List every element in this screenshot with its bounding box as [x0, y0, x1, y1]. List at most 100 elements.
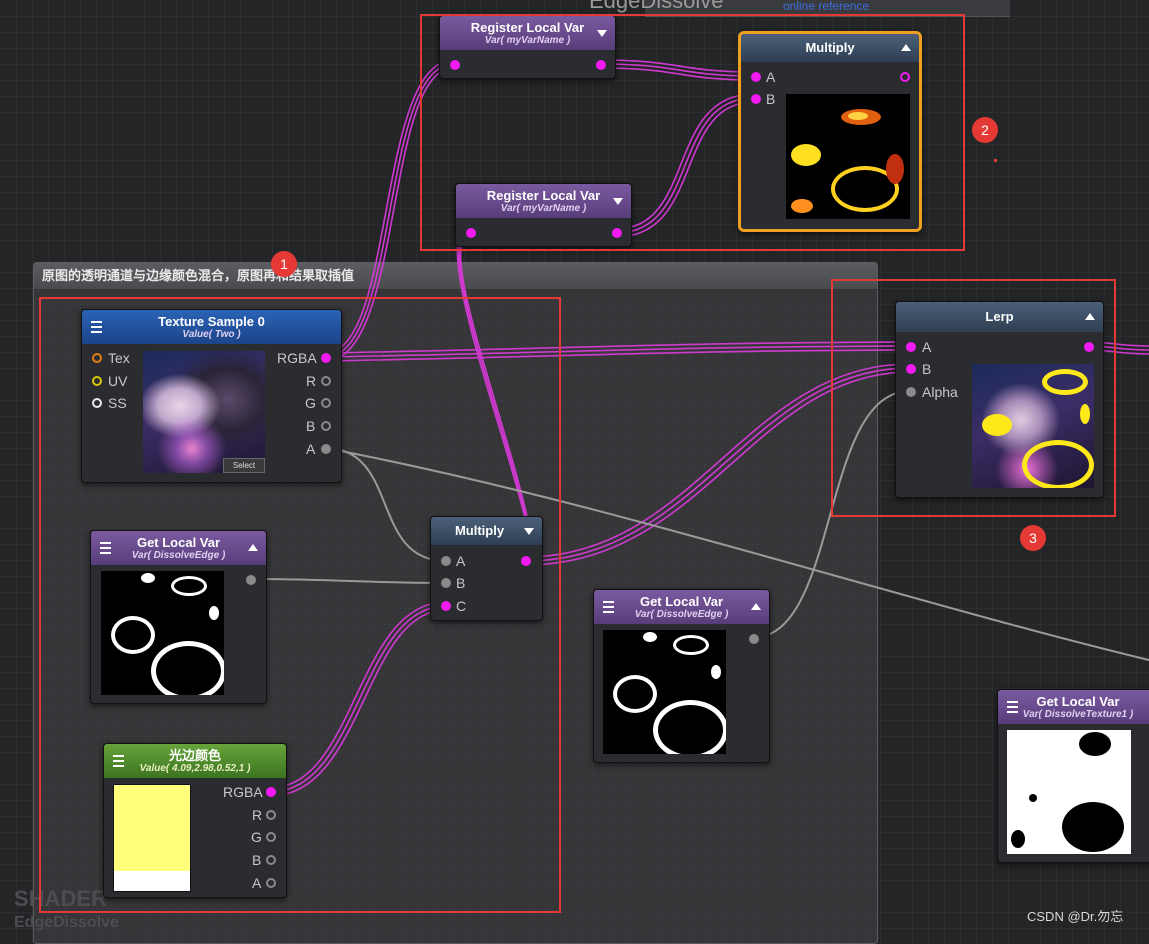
multiply-top-header[interactable]: Multiply [741, 34, 919, 62]
register-bottom-header[interactable]: Register Local Var Var( myVarName ) [456, 184, 631, 218]
color-swatch[interactable] [113, 784, 191, 892]
output-b-port[interactable] [266, 855, 276, 865]
collapse-icon[interactable] [597, 30, 607, 37]
dissolve-texture-preview [1007, 730, 1131, 854]
register-top-header[interactable]: Register Local Var Var( myVarName ) [440, 16, 615, 50]
output-a-port[interactable] [321, 444, 331, 454]
input-a-port[interactable] [441, 556, 451, 566]
shader-watermark: SHADER [14, 886, 107, 911]
menu-icon[interactable] [100, 542, 111, 554]
output-port[interactable] [521, 556, 531, 566]
node-subtitle: Value( 4.09,2.98,0.52,1 ) [139, 762, 251, 774]
menu-icon[interactable] [603, 601, 614, 613]
edge-color-node[interactable]: 光边颜色 Value( 4.09,2.98,0.52,1 ) RGBA R G … [103, 743, 287, 898]
multiply-node-top[interactable]: Multiply A B [738, 31, 922, 232]
input-port[interactable] [450, 60, 460, 70]
node-subtitle: Var( myVarName ) [500, 202, 587, 214]
editor-title-partial: EdgeDissolve [589, 0, 724, 13]
edge-color-header[interactable]: 光边颜色 Value( 4.09,2.98,0.52,1 ) [104, 744, 286, 778]
wire-register-bottom-to-multiply-b [615, 97, 755, 234]
expand-icon[interactable] [1085, 313, 1095, 320]
register-local-var-node-bottom[interactable]: Register Local Var Var( myVarName ) [455, 183, 632, 247]
input-a-port[interactable] [906, 342, 916, 352]
node-title: Get Local Var [1036, 693, 1120, 709]
input-ss-port[interactable] [92, 398, 102, 408]
input-b-port[interactable] [751, 94, 761, 104]
group-title[interactable]: 原图的透明通道与边缘颜色混合，原图再和结果取插值 [34, 263, 877, 290]
multiply-preview-image [786, 94, 910, 219]
color-swatch-fill [114, 785, 190, 871]
collapse-icon[interactable] [524, 528, 534, 535]
expand-icon[interactable] [248, 544, 258, 551]
menu-icon[interactable] [91, 321, 102, 333]
get-local-var-edge-left-node[interactable]: Get Local Var Var( DissolveEdge ) [90, 530, 267, 704]
input-uv-port[interactable] [92, 376, 102, 386]
texture-sample-header[interactable]: Texture Sample 0 Value( Two ) [82, 310, 341, 344]
output-port[interactable] [246, 575, 256, 585]
get-local-var-header[interactable]: Get Local Var Var( DissolveEdge ) [91, 531, 266, 565]
output-port[interactable] [1084, 342, 1094, 352]
input-c-port[interactable] [441, 601, 451, 611]
output-port[interactable] [749, 634, 759, 644]
online-reference-link[interactable]: online reference [783, 0, 869, 13]
input-port[interactable] [466, 228, 476, 238]
output-port[interactable] [596, 60, 606, 70]
output-r-label: R [306, 373, 317, 389]
input-a-port[interactable] [751, 72, 761, 82]
input-b-label: B [456, 575, 466, 591]
output-a-label: A [306, 441, 316, 457]
multiply-node-mid[interactable]: Multiply A B C [430, 516, 543, 621]
node-subtitle: Var( DissolveTexture1 ) [1022, 708, 1134, 720]
output-a-label: A [252, 875, 262, 891]
menu-icon[interactable] [1007, 701, 1018, 713]
input-alpha-port[interactable] [906, 387, 916, 397]
output-r-port[interactable] [321, 376, 331, 386]
output-g-port[interactable] [266, 832, 276, 842]
output-g-port[interactable] [321, 398, 331, 408]
input-uv-label: UV [108, 373, 128, 389]
output-b-port[interactable] [321, 421, 331, 431]
output-r-port[interactable] [266, 810, 276, 820]
texture-sample-node[interactable]: Texture Sample 0 Value( Two ) Tex UV SS … [81, 309, 342, 483]
input-b-port[interactable] [441, 578, 451, 588]
output-a-port[interactable] [266, 878, 276, 888]
output-port[interactable] [612, 228, 622, 238]
output-rgba-port[interactable] [321, 353, 331, 363]
input-b-label: B [766, 91, 776, 107]
register-local-var-node-top[interactable]: Register Local Var Var( myVarName ) [439, 15, 616, 79]
lerp-header[interactable]: Lerp [896, 302, 1103, 332]
select-texture-button[interactable]: Select [223, 458, 265, 473]
get-local-var-texture1-node[interactable]: Get Local Var Var( DissolveTexture1 ) [997, 689, 1149, 863]
expand-icon[interactable] [751, 603, 761, 610]
get-local-var-header[interactable]: Get Local Var Var( DissolveTexture1 ) [998, 690, 1149, 724]
expand-icon[interactable] [901, 44, 911, 51]
collapse-icon[interactable] [613, 198, 623, 205]
input-c-label: C [456, 598, 467, 614]
lerp-node[interactable]: Lerp A B Alpha [895, 301, 1104, 498]
input-tex-port[interactable] [92, 353, 102, 363]
output-rgba-label: RGBA [223, 784, 263, 800]
annotation-dot [994, 159, 997, 162]
input-b-port[interactable] [906, 364, 916, 374]
input-b-label: B [922, 361, 932, 377]
get-local-var-edge-mid-node[interactable]: Get Local Var Var( DissolveEdge ) [593, 589, 770, 763]
output-g-label: G [305, 395, 316, 411]
node-title: Lerp [985, 309, 1014, 324]
output-port[interactable] [900, 72, 910, 82]
node-subtitle: Var( DissolveEdge ) [131, 549, 226, 561]
node-subtitle: Var( DissolveEdge ) [634, 608, 729, 620]
annotation-badge-1: 1 [271, 251, 297, 277]
input-a-label: A [922, 339, 932, 355]
node-title: Get Local Var [136, 534, 221, 550]
annotation-badge-2: 2 [972, 117, 998, 143]
node-subtitle: Value( Two ) [182, 328, 241, 340]
output-rgba-port[interactable] [266, 787, 276, 797]
node-subtitle: Var( myVarName ) [484, 34, 571, 46]
menu-icon[interactable] [113, 755, 124, 767]
node-title: Register Local Var [470, 19, 585, 35]
input-a-label: A [456, 553, 466, 569]
multiply-mid-header[interactable]: Multiply [431, 517, 542, 545]
get-local-var-header[interactable]: Get Local Var Var( DissolveEdge ) [594, 590, 769, 624]
node-title: 光边颜色 [168, 747, 221, 763]
wire-register-top-to-multiply-a [599, 63, 755, 77]
